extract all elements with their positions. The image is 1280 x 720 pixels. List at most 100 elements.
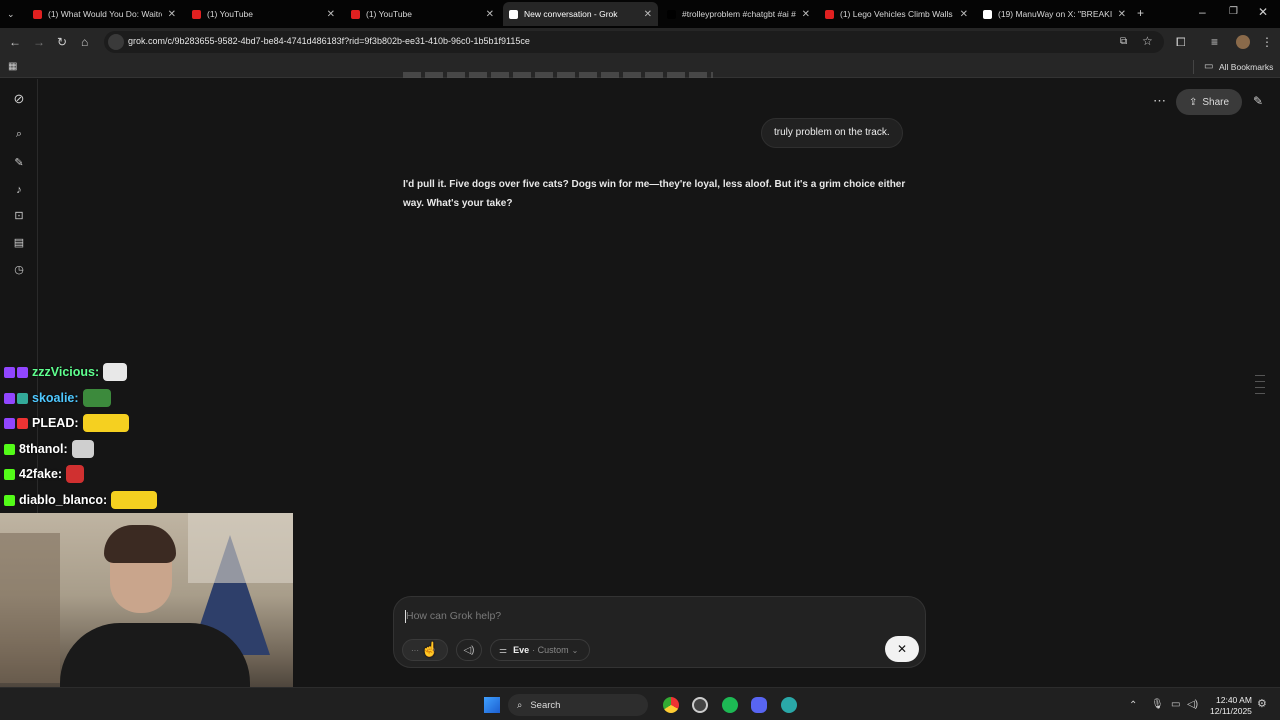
chat-emote-icon xyxy=(111,491,158,509)
url-text: grok.com/c/9b283655-9582-4bd7-be84-4741d… xyxy=(128,36,530,46)
browser-tab[interactable]: (1) YouTube ✕ xyxy=(186,2,341,26)
taskbar-search[interactable]: ⌕ Search xyxy=(508,694,648,716)
tab-close-icon[interactable]: ✕ xyxy=(644,9,652,20)
reload-icon[interactable]: ↻ xyxy=(57,36,67,48)
voice-select[interactable]: ⚌ Eve · Custom ⌄ xyxy=(490,639,590,661)
browser-tab[interactable]: #trolleyproblem #chatgbt #ai # ✕ xyxy=(661,2,816,26)
profile-avatar[interactable] xyxy=(1236,35,1250,49)
user-message-text: truly problem on the track. xyxy=(774,127,890,138)
settings-sliders-icon: ⚌ xyxy=(499,644,508,655)
chat-message: skoalie: xyxy=(4,388,111,408)
voice-name: Eve xyxy=(513,645,530,655)
bookmark-divider xyxy=(1193,60,1194,74)
window-frame xyxy=(188,513,293,583)
tab-title: (19) ManuWay on X: "BREAKIN xyxy=(998,9,1112,19)
discord-icon[interactable] xyxy=(751,697,767,713)
tab-title: #trolleyproblem #chatgbt #ai # xyxy=(682,9,796,19)
microphone-icon[interactable]: 🎙 xyxy=(1151,699,1164,711)
browser-tab-strip: ⌄ (1) What Would You Do: Waitre ✕ (1) YouT… xyxy=(0,0,1280,28)
browser-app-icon[interactable] xyxy=(781,697,797,713)
bookmark-star-icon[interactable]: ☆ xyxy=(1142,35,1153,47)
tab-close-icon[interactable]: ✕ xyxy=(1118,9,1126,20)
chat-badge-icon xyxy=(4,366,15,378)
menu-icon[interactable]: ⋮ xyxy=(1261,36,1273,48)
composer-placeholder: How can Grok help? xyxy=(406,610,502,622)
tab-favicon-icon xyxy=(983,9,992,19)
tab-favicon-icon xyxy=(509,9,518,19)
chat-username: PLEAD: xyxy=(32,416,79,430)
reply-line: I'd pull it. Five dogs over five cats? D… xyxy=(403,179,906,190)
network-icon[interactable]: ▭ xyxy=(1171,699,1180,711)
history-icon[interactable]: ◷ xyxy=(12,263,26,277)
media-controls-icon[interactable]: ≡ xyxy=(1211,36,1218,48)
person-hair xyxy=(104,525,176,563)
share-button[interactable]: ⇪ Share xyxy=(1176,89,1242,115)
chat-username: zzzVicious: xyxy=(32,365,100,379)
taskbar-search-label: Search xyxy=(530,699,561,711)
search-icon[interactable]: ⌕ xyxy=(12,127,26,141)
tab-title: (1) Lego Vehicles Climb Walls - xyxy=(840,9,954,19)
tab-title: (1) YouTube xyxy=(207,9,253,19)
projects-icon[interactable]: ▤ xyxy=(12,236,26,250)
address-bar[interactable]: grok.com/c/9b283655-9582-4bd7-be84-4741d… xyxy=(104,31,1164,53)
notification-icon[interactable]: ⚙ xyxy=(1257,698,1267,710)
install-app-icon[interactable]: ⧉ xyxy=(1120,36,1127,48)
browser-tab[interactable]: (1) Lego Vehicles Climb Walls - ✕ xyxy=(819,2,974,26)
voice-icon[interactable]: ♪ xyxy=(12,183,26,197)
composer[interactable]: How can Grok help? ··· ⊘ ◁) ⚌ Eve · Cust… xyxy=(393,596,926,668)
extensions-icon[interactable]: ⧠ xyxy=(1176,36,1186,48)
chrome-icon[interactable] xyxy=(663,697,679,713)
restore-icon[interactable]: ❐ xyxy=(1229,6,1238,18)
chat-message: 42fake: xyxy=(4,464,85,484)
chat-badge-icon xyxy=(17,392,28,404)
tab-close-icon[interactable]: ✕ xyxy=(327,9,335,20)
chat-badge-icon xyxy=(17,417,28,429)
tray-chevron-icon[interactable]: ⌃ xyxy=(1129,700,1137,712)
chat-message: 8thanol: xyxy=(4,439,94,459)
imagine-icon[interactable]: ⊡ xyxy=(12,209,26,223)
browser-tab[interactable]: (1) YouTube ✕ xyxy=(345,2,500,26)
volume-icon[interactable]: ◁) xyxy=(1187,699,1198,711)
obs-icon[interactable] xyxy=(692,697,708,713)
tab-search-icon[interactable]: ⌄ xyxy=(7,8,15,20)
user-message-bubble: truly problem on the track. xyxy=(761,118,903,148)
windows-start-icon[interactable] xyxy=(484,697,500,713)
apps-grid-icon[interactable]: ▦ xyxy=(8,61,17,73)
mouse-pointer: ☝ xyxy=(421,641,439,657)
tab-close-icon[interactable]: ✕ xyxy=(168,9,176,20)
close-voice-button[interactable]: ✕ xyxy=(885,636,919,662)
folder-icon: ▭ xyxy=(1204,61,1214,72)
spotify-icon[interactable] xyxy=(722,697,738,713)
chat-username: 8thanol: xyxy=(19,442,68,456)
chevron-down-icon: ⌄ xyxy=(571,645,579,655)
scroll-indicator[interactable] xyxy=(1255,375,1265,397)
clock-time[interactable]: 12:40 AM xyxy=(1216,695,1252,705)
back-icon[interactable]: ← xyxy=(9,36,21,48)
minimize-icon[interactable]: – xyxy=(1199,6,1206,18)
grok-logo-icon[interactable]: ⊘ xyxy=(12,92,26,106)
close-window-icon[interactable]: ✕ xyxy=(1258,6,1268,18)
chat-username: diablo_blanco: xyxy=(19,493,108,507)
browser-tab[interactable]: (19) ManuWay on X: "BREAKIN ✕ xyxy=(977,2,1132,26)
edit-icon[interactable]: ✎ xyxy=(1253,95,1263,107)
tab-favicon-icon xyxy=(667,9,676,19)
new-chat-icon[interactable]: ✎ xyxy=(12,156,26,170)
new-tab-icon[interactable]: + xyxy=(1137,7,1144,19)
search-icon: ⌕ xyxy=(517,699,523,711)
speaker-button[interactable]: ◁) xyxy=(456,639,482,661)
more-options-icon[interactable]: ⋯ xyxy=(1153,94,1166,107)
all-bookmarks-link[interactable]: All Bookmarks xyxy=(1219,62,1273,72)
home-icon[interactable]: ⌂ xyxy=(81,36,88,48)
tab-close-icon[interactable]: ✕ xyxy=(802,9,810,20)
dots-icon: ··· xyxy=(411,645,419,655)
tab-close-icon[interactable]: ✕ xyxy=(486,9,494,20)
clock-date[interactable]: 12/11/2025 xyxy=(1210,706,1252,716)
browser-tab[interactable]: (1) What Would You Do: Waitre ✕ xyxy=(27,2,182,26)
tab-title: (1) What Would You Do: Waitre xyxy=(48,9,162,19)
share-icon: ⇪ xyxy=(1188,96,1198,108)
forward-icon[interactable]: → xyxy=(33,36,45,48)
site-info-icon[interactable] xyxy=(108,34,124,50)
voice-mode: · Custom xyxy=(532,645,569,655)
tab-close-icon[interactable]: ✕ xyxy=(960,9,968,20)
browser-tab[interactable]: New conversation - Grok ✕ xyxy=(503,2,658,26)
